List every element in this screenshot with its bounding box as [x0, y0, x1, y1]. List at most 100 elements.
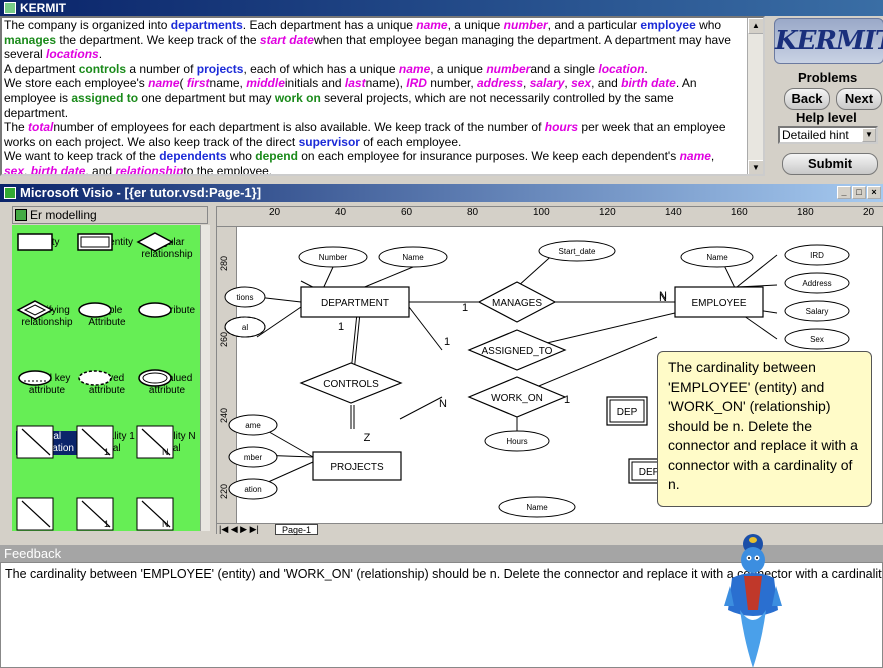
stencil-partial-participation[interactable]: Partial participation [16, 425, 78, 459]
next-button[interactable]: Next [836, 88, 882, 110]
problem-keyword: middle [246, 76, 285, 91]
stencil-scrollbar[interactable] [200, 225, 210, 531]
svg-text:1: 1 [104, 447, 109, 457]
attribute-label[interactable]: Salary [806, 307, 829, 316]
scroll-up-icon[interactable]: ▲ [748, 18, 763, 34]
connector-line[interactable] [256, 306, 302, 338]
back-button[interactable]: Back [784, 88, 830, 110]
connector-line[interactable] [353, 312, 361, 373]
problem-keyword: name [398, 61, 431, 76]
genie-agent-icon[interactable] [722, 530, 784, 668]
stencil-cardinality-n-partial[interactable]: NCardinality N partial [136, 425, 198, 459]
stencil-key-attribute[interactable]: Key attribute [136, 299, 198, 318]
problem-keyword: salary [529, 76, 565, 91]
entity-label[interactable]: DEP [617, 407, 638, 418]
cardinality-label[interactable]: N [659, 290, 667, 302]
relationship-label[interactable]: WORK_ON [491, 393, 543, 404]
problem-keyword: IRD [406, 76, 427, 91]
attribute-label[interactable]: tions [237, 293, 254, 302]
problem-text: number, [426, 76, 477, 91]
attribute-label[interactable]: Sex [810, 335, 824, 344]
cardinality-label[interactable]: 1 [338, 321, 344, 333]
stencil-connector[interactable] [16, 497, 78, 531]
relationship-label[interactable]: CONTROLS [323, 379, 379, 390]
stencil-connector[interactable]: N [136, 497, 198, 531]
cardinality-label[interactable]: 1 [444, 336, 450, 348]
close-icon[interactable]: × [867, 186, 881, 199]
attribute-label[interactable]: Name [402, 253, 424, 262]
problem-text: , [523, 76, 530, 91]
attribute-label[interactable]: Name [526, 503, 548, 512]
stencil-entity[interactable]: Entity [16, 231, 78, 251]
problem-keyword: employee [640, 18, 696, 32]
problem-text: , and [591, 76, 622, 91]
problem-text: . [644, 61, 648, 76]
submit-button[interactable]: Submit [782, 153, 878, 175]
help-level-value: Detailed hint [782, 128, 849, 142]
problem-text: A department [4, 61, 79, 76]
hint-tooltip: The cardinality between 'EMPLOYEE' (enti… [657, 351, 872, 507]
attribute-label[interactable]: Hours [506, 437, 527, 446]
stencil-partial-key-attribute[interactable]: Partial key attribute [16, 367, 78, 397]
help-level-select[interactable]: Detailed hint ▼ [778, 126, 878, 144]
cardinality-label[interactable]: 1 [462, 302, 468, 314]
problem-text: The [4, 120, 29, 135]
problem-line: works on each project. We also keep trac… [4, 135, 741, 150]
problem-text: initials and [284, 76, 345, 91]
stencil-derived-attribute[interactable]: Derived attribute [76, 367, 138, 397]
problem-text: on each employee for insurance purposes.… [297, 149, 680, 164]
scroll-down-icon[interactable]: ▼ [748, 160, 763, 174]
attribute-label[interactable]: Start_date [559, 247, 596, 256]
page-tab[interactable]: Page-1 [275, 524, 319, 535]
entity-label[interactable]: DEPARTMENT [321, 298, 389, 309]
relationship-label[interactable]: ASSIGNED_TO [482, 346, 553, 357]
attribute-label[interactable]: ation [244, 485, 261, 494]
maximize-icon[interactable]: □ [852, 186, 866, 199]
problem-keyword: sex [4, 163, 25, 176]
relationship-label[interactable]: MANAGES [492, 298, 542, 309]
attribute-label[interactable]: Number [319, 253, 348, 262]
cardinality-label[interactable]: Z [364, 432, 371, 444]
problem-keyword: name [416, 18, 448, 32]
stencil-identifying-relationship[interactable]: Identifying relationship [16, 299, 78, 329]
problem-line: A department controls a number of projec… [4, 62, 741, 77]
attribute-label[interactable]: Name [706, 253, 728, 262]
kermit-logo: KERMIT [774, 18, 883, 64]
stencil-weak-entity[interactable]: Weak entity [76, 231, 138, 251]
problem-text: The company is organized into [4, 18, 171, 32]
attribute-label[interactable]: IRD [810, 251, 824, 260]
entity-label[interactable]: EMPLOYEE [691, 298, 746, 309]
problem-keyword: supervisor [298, 134, 360, 149]
attribute-label[interactable]: al [242, 323, 248, 332]
stencil-multivalued-attribute[interactable]: Multivalued attribute [136, 367, 198, 397]
stencil-header[interactable]: Er modelling [12, 206, 208, 224]
attribute-label[interactable]: Address [802, 279, 831, 288]
problem-keyword: sex [571, 76, 592, 91]
stencil-regular-relationship[interactable]: Regular relationship [136, 231, 198, 261]
entity-label[interactable]: PROJECTS [330, 462, 384, 473]
problem-text: one department but may [138, 90, 275, 105]
dropdown-arrow-icon[interactable]: ▼ [862, 128, 876, 142]
problem-keyword: projects [196, 61, 244, 76]
stencil-connector[interactable]: 1 [76, 497, 138, 531]
problem-keyword: total [28, 120, 54, 135]
cardinality-label[interactable]: 1 [564, 394, 570, 406]
problem-keyword: location [598, 61, 645, 76]
problem-scrollbar[interactable]: ▲ ▼ [747, 18, 763, 174]
stencil-cardinality-1-partial[interactable]: 1Cardinality 1 partial [76, 425, 138, 459]
stencil-title: Er modelling [30, 208, 97, 222]
attribute-label[interactable]: mber [244, 453, 263, 462]
connector-line[interactable] [399, 396, 443, 420]
problem-line: sex, birth date, and relationshipto the … [4, 163, 741, 176]
attribute-label[interactable]: ame [245, 421, 261, 430]
stencil-simple-attribute[interactable]: Simple Attribute [76, 299, 138, 329]
problem-keyword: hours [544, 120, 579, 135]
cardinality-label[interactable]: N [439, 398, 447, 410]
problem-line: We store each employee's name( firstname… [4, 76, 741, 91]
help-level-label: Help level [796, 110, 857, 125]
problem-text: , and [85, 163, 116, 176]
connector-line[interactable] [408, 306, 443, 351]
minimize-icon[interactable]: _ [837, 186, 851, 199]
page-nav-arrows-icon[interactable]: |◀ ◀ ▶ ▶| [219, 524, 259, 535]
problem-text: name), [365, 76, 407, 91]
